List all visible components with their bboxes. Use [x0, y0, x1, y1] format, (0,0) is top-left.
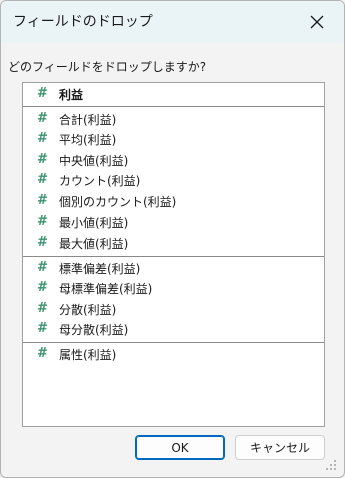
list-separator	[23, 342, 324, 343]
list-item-label: 平均(利益)	[59, 133, 117, 147]
list-separator	[23, 256, 324, 257]
list-item[interactable]: # 母標準偏差(利益)	[23, 279, 324, 299]
measure-icon: #	[37, 235, 48, 250]
list-item-label: 合計(利益)	[59, 113, 117, 127]
list-item-label: 標準偏差(利益)	[59, 262, 141, 276]
resize-grip-icon[interactable]	[322, 456, 338, 472]
measure-icon: #	[37, 172, 48, 187]
measure-icon: #	[37, 280, 48, 295]
list-item-label: 属性(利益)	[59, 348, 117, 362]
close-icon	[310, 15, 324, 29]
list-item-label: 中央値(利益)	[59, 154, 129, 168]
measure-icon: #	[37, 260, 48, 275]
list-item-label: 母分散(利益)	[59, 323, 129, 337]
list-item[interactable]: # 属性(利益)	[23, 345, 324, 365]
list-item-label: 分散(利益)	[59, 303, 117, 317]
list-item-label: 最小値(利益)	[59, 216, 129, 230]
measure-icon: #	[37, 346, 48, 361]
list-item-label: カウント(利益)	[59, 174, 141, 188]
list-item[interactable]: # 最大値(利益)	[23, 234, 324, 254]
measure-icon: #	[37, 193, 48, 208]
list-item-label: 母標準偏差(利益)	[59, 282, 153, 296]
title-bar: フィールドのドロップ	[1, 1, 344, 43]
measure-icon: #	[37, 111, 48, 126]
measure-icon: #	[37, 301, 48, 316]
list-item[interactable]: # 個別のカウント(利益)	[23, 192, 324, 212]
list-item-label: 利益	[59, 88, 84, 102]
measure-icon: #	[37, 321, 48, 336]
list-item-label: 最大値(利益)	[59, 237, 129, 251]
close-button[interactable]	[299, 6, 335, 38]
measure-icon: #	[37, 214, 48, 229]
list-item-field[interactable]: # 利益	[23, 85, 324, 105]
list-item[interactable]: # 最小値(利益)	[23, 213, 324, 233]
measure-icon: #	[37, 86, 48, 101]
measure-icon: #	[37, 152, 48, 167]
drop-field-dialog: フィールドのドロップ どのフィールドをドロップしますか? # 利益 # 合計(利…	[0, 0, 345, 478]
cancel-button[interactable]: キャンセル	[235, 435, 325, 460]
prompt-text: どのフィールドをドロップしますか?	[8, 60, 207, 74]
list-item[interactable]: # カウント(利益)	[23, 171, 324, 191]
list-item[interactable]: # 分散(利益)	[23, 300, 324, 320]
measure-icon: #	[37, 131, 48, 146]
list-separator	[23, 106, 324, 107]
ok-button[interactable]: OK	[135, 435, 225, 460]
dialog-title: フィールドのドロップ	[13, 14, 153, 30]
list-item[interactable]: # 中央値(利益)	[23, 151, 324, 171]
list-item[interactable]: # 標準偏差(利益)	[23, 259, 324, 279]
list-item-label: 個別のカウント(利益)	[59, 195, 177, 209]
list-item[interactable]: # 合計(利益)	[23, 110, 324, 130]
field-list[interactable]: # 利益 # 合計(利益) # 平均(利益) # 中央値(利益) # カウント(…	[22, 82, 325, 427]
list-item[interactable]: # 平均(利益)	[23, 130, 324, 150]
list-item[interactable]: # 母分散(利益)	[23, 320, 324, 340]
